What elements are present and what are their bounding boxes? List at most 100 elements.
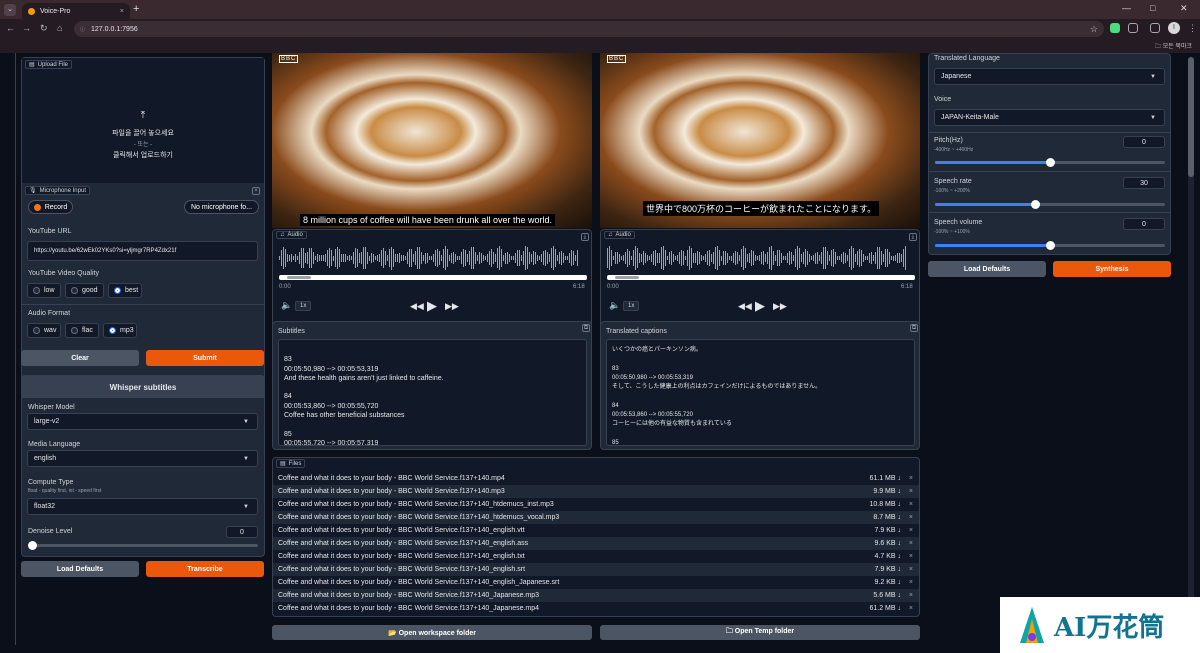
open-workspace-folder-button[interactable]: 📂 Open workspace folder — [272, 625, 592, 640]
file-row[interactable]: Coffee and what it does to your body - B… — [273, 524, 919, 537]
denoise-slider[interactable] — [28, 541, 258, 550]
file-row[interactable]: Coffee and what it does to your body - B… — [273, 602, 919, 615]
file-row[interactable]: Coffee and what it does to your body - B… — [273, 472, 919, 485]
format-wav-radio[interactable]: wav — [27, 323, 61, 338]
volume-icon[interactable]: 🔈 — [281, 300, 292, 311]
open-temp-folder-button[interactable]: 🗀 Open Temp folder — [600, 625, 920, 640]
whisper-model-select[interactable]: large-v2 ▼ — [27, 413, 258, 430]
page-scroll-thumb[interactable] — [1188, 57, 1194, 177]
pitch-input[interactable]: 0 — [1123, 136, 1165, 148]
synthesis-button[interactable]: Synthesis — [1053, 261, 1171, 277]
file-size[interactable]: 7.9 KB ↓ — [875, 527, 901, 534]
file-size[interactable]: 4.7 KB ↓ — [875, 553, 901, 560]
remove-file-icon[interactable]: × — [909, 592, 913, 599]
upload-dropzone[interactable]: ▤ Upload File ⤒ 파일을 끌어 놓으세요 - 또는 - 클릭해서 … — [22, 58, 264, 183]
scroll-thumb[interactable] — [287, 276, 311, 279]
forward-button[interactable]: → — [22, 23, 31, 33]
voice-select[interactable]: JAPAN-Keita-Male ▼ — [934, 109, 1165, 126]
close-microphone-icon[interactable]: × — [252, 187, 260, 195]
speech-volume-input[interactable]: 0 — [1123, 218, 1165, 230]
file-name[interactable]: Coffee and what it does to your body - B… — [278, 540, 528, 547]
volume-icon[interactable]: 🔈 — [609, 300, 620, 311]
source-video-player[interactable]: BBC 8 million cups of coffee will have b… — [272, 53, 592, 228]
file-name[interactable]: Coffee and what it does to your body - B… — [278, 566, 525, 573]
copy-captions-icon[interactable]: ⧉ — [910, 324, 918, 332]
file-row[interactable]: Coffee and what it does to your body - B… — [273, 511, 919, 524]
fast-forward-icon[interactable]: ▶▶ — [445, 301, 459, 312]
translated-language-select[interactable]: Japanese ▼ — [934, 68, 1165, 85]
quality-best-radio[interactable]: best — [108, 283, 142, 298]
close-tab-icon[interactable]: × — [120, 8, 124, 15]
load-defaults-button[interactable]: Load Defaults — [21, 561, 139, 577]
rewind-icon[interactable]: ◀◀ — [738, 301, 752, 312]
remove-file-icon[interactable]: × — [909, 514, 913, 521]
file-row[interactable]: Coffee and what it does to your body - B… — [273, 537, 919, 550]
back-button[interactable]: ← — [6, 23, 15, 33]
file-size[interactable]: 10.8 MB ↓ — [869, 501, 901, 508]
remove-file-icon[interactable]: × — [909, 566, 913, 573]
playback-speed-button[interactable]: 1x — [295, 301, 312, 311]
remove-file-icon[interactable]: × — [909, 488, 913, 495]
remove-file-icon[interactable]: × — [909, 475, 913, 482]
record-button[interactable]: Record — [28, 200, 73, 214]
bookmark-star-icon[interactable]: ☆ — [1090, 24, 1098, 35]
quality-low-radio[interactable]: low — [27, 283, 61, 298]
remove-file-icon[interactable]: × — [909, 501, 913, 508]
translated-waveform[interactable] — [607, 246, 915, 270]
extensions-puzzle-icon[interactable] — [1128, 23, 1138, 33]
page-scrollbar[interactable] — [1188, 57, 1194, 617]
file-row[interactable]: Coffee and what it does to your body - B… — [273, 498, 919, 511]
translated-video-player[interactable]: BBC 世界中で800万杯のコーヒーが飲まれたことになります。 — [600, 53, 920, 228]
extension-icon[interactable] — [1110, 23, 1120, 33]
download-audio-icon[interactable]: ⤓ — [581, 233, 589, 241]
file-name[interactable]: Coffee and what it does to your body - B… — [278, 579, 559, 586]
file-size[interactable]: 8.7 MB ↓ — [873, 514, 901, 521]
microphone-device-select[interactable]: No microphone fo... — [184, 200, 259, 214]
address-bar[interactable]: ⓘ 127.0.0.1:7956 ☆ — [74, 21, 1104, 37]
format-flac-radio[interactable]: flac — [65, 323, 99, 338]
all-bookmarks-folder[interactable]: 🗀 모든 북마크 — [1155, 41, 1192, 52]
file-name[interactable]: Coffee and what it does to your body - B… — [278, 514, 559, 521]
pitch-slider[interactable] — [935, 158, 1165, 167]
rewind-icon[interactable]: ◀◀ — [410, 301, 424, 312]
new-tab-button[interactable]: + — [133, 3, 139, 15]
youtube-url-input[interactable]: https://youtu.be/62wEk02YKs0?si=yljmgr7R… — [27, 241, 258, 261]
play-icon[interactable]: ▶ — [427, 298, 437, 314]
speech-rate-input[interactable]: 30 — [1123, 177, 1165, 189]
playback-speed-button[interactable]: 1x — [623, 301, 640, 311]
browser-tab[interactable]: Voice-Pro × — [22, 3, 130, 19]
remove-file-icon[interactable]: × — [909, 579, 913, 586]
slider-knob[interactable] — [1030, 200, 1040, 209]
slider-knob[interactable] — [1046, 158, 1055, 167]
speech-volume-slider[interactable] — [935, 241, 1165, 250]
slider-knob[interactable] — [28, 541, 37, 550]
audio-scrollbar[interactable] — [279, 275, 587, 280]
file-size[interactable]: 9.9 MB ↓ — [873, 488, 901, 495]
file-size[interactable]: 9.6 KB ↓ — [875, 540, 901, 547]
file-name[interactable]: Coffee and what it does to your body - B… — [278, 488, 505, 495]
reload-button[interactable]: ↻ — [40, 23, 48, 34]
remove-file-icon[interactable]: × — [909, 540, 913, 547]
fast-forward-icon[interactable]: ▶▶ — [773, 301, 787, 312]
remove-file-icon[interactable]: × — [909, 527, 913, 534]
file-size[interactable]: 5.6 MB ↓ — [873, 592, 901, 599]
file-name[interactable]: Coffee and what it does to your body - B… — [278, 475, 505, 482]
play-icon[interactable]: ▶ — [755, 298, 765, 314]
minimize-button[interactable]: — — [1122, 3, 1131, 13]
tab-search-button[interactable]: ⌄ — [4, 4, 16, 16]
file-size[interactable]: 7.9 KB ↓ — [875, 566, 901, 573]
audio-scrollbar[interactable] — [607, 275, 915, 280]
media-controls-icon[interactable] — [1150, 23, 1160, 33]
home-button[interactable]: ⌂ — [57, 23, 62, 33]
speech-rate-slider[interactable] — [935, 200, 1165, 209]
profile-avatar[interactable]: I — [1168, 22, 1180, 34]
file-row[interactable]: Coffee and what it does to your body - B… — [273, 550, 919, 563]
subtitles-textarea[interactable]: 83 00:05:50,980 --> 00:05:53,319 And the… — [278, 339, 587, 446]
site-info-icon[interactable]: ⓘ — [80, 26, 85, 33]
file-row[interactable]: Coffee and what it does to your body - B… — [273, 563, 919, 576]
file-row[interactable]: Coffee and what it does to your body - B… — [273, 576, 919, 589]
slider-knob[interactable] — [1046, 241, 1055, 250]
close-window-button[interactable]: ✕ — [1180, 3, 1188, 14]
file-name[interactable]: Coffee and what it does to your body - B… — [278, 592, 539, 599]
file-name[interactable]: Coffee and what it does to your body - B… — [278, 527, 525, 534]
